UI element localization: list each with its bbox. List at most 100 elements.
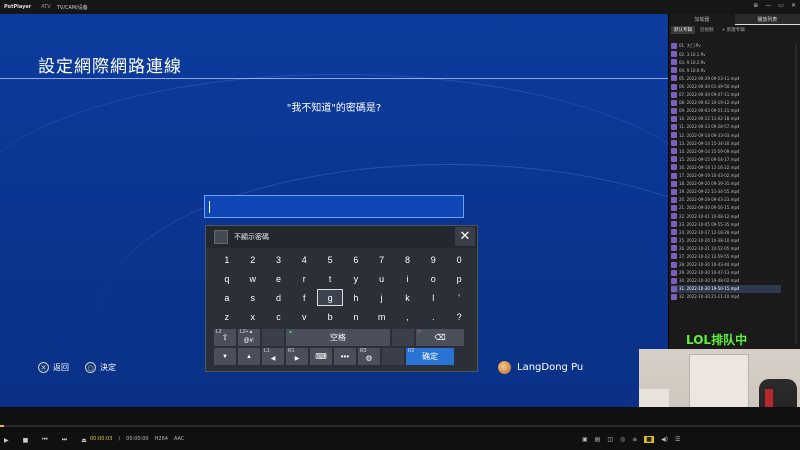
next-icon[interactable]: ⏭ [62,436,67,444]
restore-icon[interactable]: ▭ [778,2,784,9]
3d-icon[interactable]: ◫ [607,436,613,443]
key[interactable]: u [369,270,395,287]
key[interactable]: r [291,270,317,287]
playlist-item[interactable]: 02. 3.10.1.flv [671,50,781,58]
minimize-icon[interactable]: — [765,2,771,9]
key[interactable]: e [266,270,292,287]
screen-icon[interactable]: ▣ [582,436,588,443]
keyboard-close-button[interactable]: ✕ [455,227,475,246]
key[interactable]: y [343,270,369,287]
playlist-item[interactable]: 11. 2022-09-13 09-28-57.mp4 [671,123,781,131]
tab-new-album[interactable]: + 新建专辑 [719,26,748,34]
playlist-item[interactable]: 12. 2022-09-14 09-33-03.mp4 [671,131,781,139]
backspace-key[interactable]: □ ⌫ [416,329,464,346]
key[interactable]: w [240,270,266,287]
keyboard-type-key[interactable]: ⌨ [310,348,332,365]
key[interactable]: v [291,308,317,325]
key[interactable]: l [420,289,446,306]
playlist-item[interactable]: 24. 2022-10-17 12-18-28.mp4 [671,228,781,236]
equalizer-icon[interactable]: ≡ [632,436,637,443]
ok-hint[interactable]: ○ 決定 [85,362,116,373]
confirm-key[interactable]: R2 确定 [406,348,454,365]
key[interactable]: f [291,289,317,306]
play-icon[interactable]: ▶ [4,437,9,444]
key[interactable]: z [214,308,240,325]
stop-icon[interactable]: ■ [23,437,29,444]
playlist-item[interactable]: 04. 9.10.6.flv [671,66,781,74]
cursor-right-key[interactable]: R1 ▶ [286,348,308,365]
key[interactable]: h [343,289,369,306]
volume-icon[interactable]: ◀) [661,436,668,443]
playlist-item[interactable]: 25. 2022-10-20 10-38-10.mp4 [671,236,781,244]
tab-recent-video[interactable]: 近视频 [697,26,717,34]
space-key[interactable]: ▲ 空格 [286,329,390,346]
key[interactable]: . [420,308,446,325]
playlist-item[interactable]: 09. 2022-09-03 09-51-21.mp4 [671,107,781,115]
blank-key[interactable] [392,329,414,346]
key[interactable]: 5 [317,251,343,268]
key[interactable]: 0 [446,251,472,268]
playlist-item[interactable]: 01. 大门.flv [671,42,781,50]
playlist-item[interactable]: 03. 9.10.2.flv [671,58,781,66]
subtitle-icon[interactable]: ▤ [595,436,601,443]
key[interactable]: ? [446,308,472,325]
tab-default-album[interactable]: 默认专辑 [671,26,695,34]
playlist-item[interactable]: 26. 2022-10-21 10-52-05.mp4 [671,244,781,252]
playlist-item[interactable]: 29. 2022-10-30 10-47-13.mp4 [671,269,781,277]
up-key[interactable]: ▲ [238,348,260,365]
key[interactable]: g [317,289,343,306]
playlist-item[interactable]: 08. 2022-09-02 10-19-12.mp4 [671,99,781,107]
key[interactable]: 9 [420,251,446,268]
shift-key[interactable]: L2 ⇧ [214,329,236,346]
hide-password-checkbox[interactable] [214,230,228,244]
down-key[interactable]: ▼ [214,348,236,365]
playlist-item[interactable]: 10. 2022-09-12 11-02-18.mp4 [671,115,781,123]
cursor-left-key[interactable]: L1 ◀ [262,348,284,365]
back-hint[interactable]: ✕ 返回 [38,362,69,373]
more-key[interactable]: ••• [334,348,356,365]
key[interactable]: k [395,289,421,306]
key[interactable]: a [214,289,240,306]
key[interactable]: 4 [291,251,317,268]
playlist-item[interactable]: 17. 2022-09-19 10-43-02.mp4 [671,172,781,180]
key[interactable]: i [395,270,421,287]
key[interactable]: m [369,308,395,325]
playlist-item[interactable]: 30. 2022-10-30 19-48-02.mp4 [671,277,781,285]
playlist-item[interactable]: 06. 2022-09-30 01-49-50.mp4 [671,82,781,90]
video-area[interactable]: 設定網際網路連線 "我不知道"的密碼是? 不顯示密碼 ✕ 1234567890q… [0,14,668,407]
blank-key[interactable] [262,329,284,346]
key[interactable]: , [395,308,421,325]
playlist-item[interactable]: 05. 2022-09-29 09-53-11.mp4 [671,74,781,82]
key[interactable]: 6 [343,251,369,268]
audio-toggle-icon[interactable]: ■ [644,436,654,443]
playlist-item[interactable]: 23. 2022-10-05 09-55-35.mp4 [671,220,781,228]
key[interactable]: d [266,289,292,306]
previous-icon[interactable]: ⏮ [42,436,47,444]
playlist-item[interactable]: 18. 2022-09-20 09-39-31.mp4 [671,180,781,188]
open-icon[interactable]: ⏏ [81,437,87,444]
key[interactable]: c [266,308,292,325]
key[interactable]: p [446,270,472,287]
password-input[interactable] [204,195,464,218]
key[interactable]: j [369,289,395,306]
playlist-item[interactable]: 22. 2022-10-01 10-08-12.mp4 [671,212,781,220]
tab-playlist[interactable]: 播放列表 [734,14,800,25]
vr-icon[interactable]: ◎ [620,436,625,443]
pin-icon[interactable]: ⊕ [753,2,758,9]
menu-icon[interactable]: ☰ [675,436,680,443]
playlist-item[interactable]: 31. 2022-10-30 19-50-15.mp4 [671,284,781,293]
playlist-item[interactable]: 14. 2022-09-14 15-59-09.mp4 [671,147,781,155]
key[interactable]: s [240,289,266,306]
key[interactable]: t [317,270,343,287]
key[interactable]: 1 [214,251,240,268]
playlist-item[interactable]: 20. 2022-09-29 09-43-23.mp4 [671,196,781,204]
key[interactable]: 3 [266,251,292,268]
playlist-item[interactable]: 27. 2022-10-22 12-59-55.mp4 [671,252,781,260]
playlist-item[interactable]: 21. 2022-09-30 09-56-15.mp4 [671,204,781,212]
playlist-item[interactable]: 13. 2022-09-14 15-34-20.mp4 [671,139,781,147]
key[interactable]: x [240,308,266,325]
key[interactable]: 2 [240,251,266,268]
playlist-item[interactable]: 16. 2022-09-18 12-16-22.mp4 [671,163,781,171]
playlist-item[interactable]: 19. 2022-09-22 11-34-55.mp4 [671,188,781,196]
key[interactable]: o [420,270,446,287]
